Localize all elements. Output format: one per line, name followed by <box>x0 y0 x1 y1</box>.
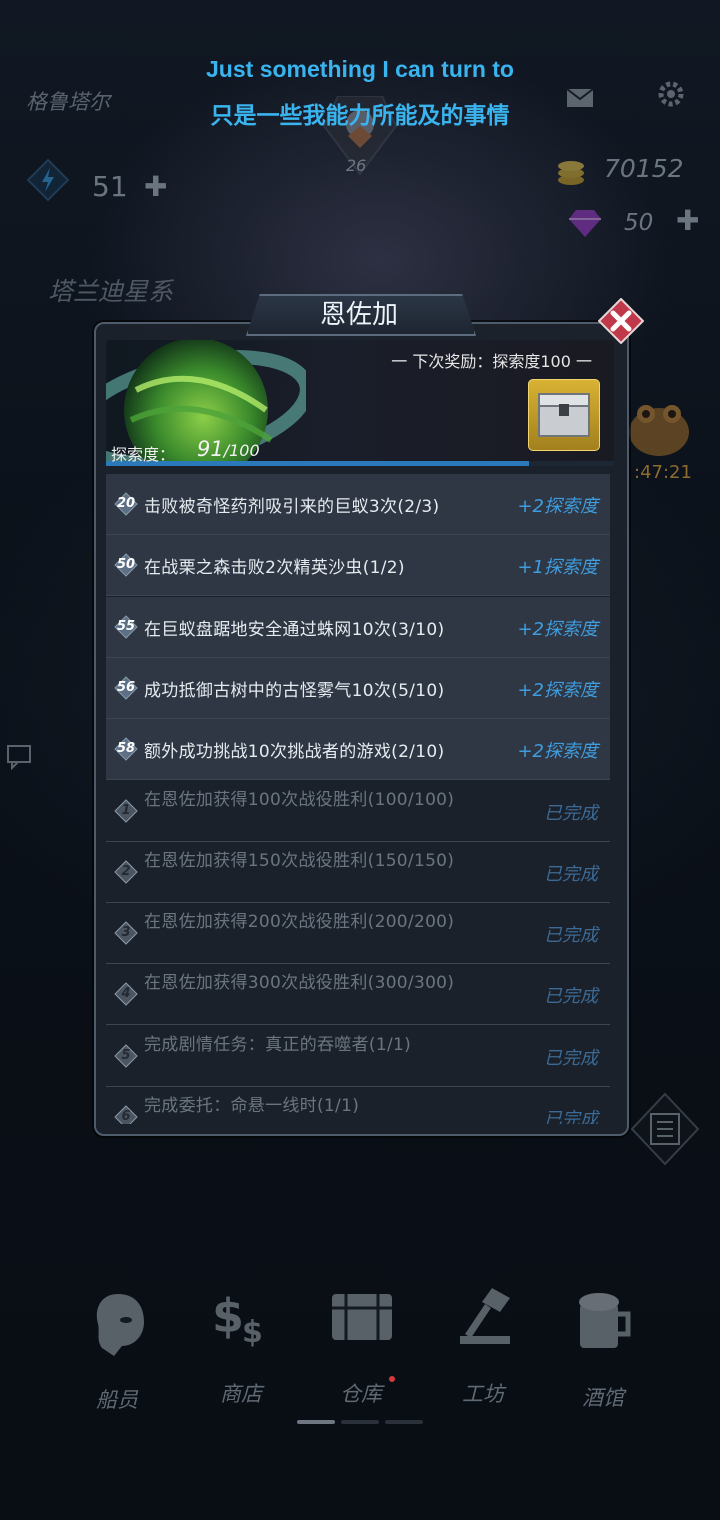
task-reward: +1探索度 <box>517 557 598 579</box>
next-reward-label: 一 下次奖励：探索度100 一 <box>391 352 592 371</box>
exploration-label: 探索度： <box>111 445 176 464</box>
task-description: 成功抵御古树中的古怪雾气10次(5/10) <box>144 680 445 701</box>
exploration-progress-bar <box>106 461 614 466</box>
task-number-badge: 56 <box>114 676 138 700</box>
task-number: 1 <box>121 802 131 818</box>
task-description: 在恩佐加获得150次战役胜利(150/150) <box>144 850 455 871</box>
page-indicator[interactable] <box>385 1420 423 1424</box>
player-level: 26 <box>346 156 367 175</box>
subtitle-chinese: 只是一些我能力所能及的事情 <box>210 102 510 128</box>
task-number-badge: 1 <box>114 798 138 823</box>
quest-list-icon[interactable] <box>630 1092 700 1166</box>
task-reward: +2探索度 <box>517 496 598 517</box>
task-row[interactable]: 4 在恩佐加获得300次战役胜利(300/300) 已完成 <box>106 964 610 1026</box>
nav-label: 商店 <box>220 1382 262 1406</box>
task-number: 5 <box>121 1047 131 1063</box>
crew-icon[interactable] <box>88 1290 150 1360</box>
nav-item-warehouse[interactable]: 仓库 <box>306 1378 416 1408</box>
nav-item-tavern[interactable]: 酒馆 <box>548 1382 658 1412</box>
task-number-badge: 50 <box>114 553 138 578</box>
nav-item-crew[interactable]: 船员 <box>62 1384 172 1414</box>
task-row[interactable]: 58 额外成功挑战10次挑战者的游戏(2/10) +2探索度 <box>106 719 610 781</box>
task-description: 在战栗之森击败2次精英沙虫(1/2) <box>144 558 405 579</box>
task-number: 58 <box>116 741 136 757</box>
warehouse-icon[interactable] <box>330 1288 394 1344</box>
task-status-completed: 已完成 <box>544 863 598 885</box>
nav-label: 船员 <box>96 1388 138 1412</box>
close-icon[interactable] <box>598 298 644 344</box>
page-indicator[interactable] <box>341 1420 379 1424</box>
exploration-value: 91/100 <box>197 437 260 461</box>
task-description: 额外成功挑战10次挑战者的游戏(2/10) <box>144 742 445 763</box>
task-description: 在恩佐加获得100次战役胜利(100/100) <box>144 789 455 810</box>
task-description: 在巨蚁盘踞地安全通过蛛网10次(3/10) <box>144 619 445 640</box>
task-number: 6 <box>121 1109 131 1124</box>
subtitle-english: Just something I can turn to <box>206 56 514 82</box>
task-status-completed: 已完成 <box>544 986 598 1008</box>
task-number: 3 <box>121 925 131 941</box>
task-number-badge: 6 <box>114 1105 138 1124</box>
add-gem-icon[interactable]: ✚ <box>676 204 699 237</box>
task-number: 4 <box>121 986 131 1002</box>
task-number-badge: 20 <box>114 492 138 516</box>
event-timer: :47:21 <box>634 462 692 483</box>
coin-icon <box>558 161 584 185</box>
task-description: 完成剧情任务：真正的吞噬者(1/1) <box>144 1034 412 1055</box>
task-row[interactable]: 56 成功抵御古树中的古怪雾气10次(5/10) +2探索度 <box>106 657 610 719</box>
task-reward: +2探索度 <box>517 618 598 640</box>
task-reward: +2探索度 <box>517 679 598 701</box>
task-row[interactable]: 1 在恩佐加获得100次战役胜利(100/100) 已完成 <box>106 781 610 842</box>
task-row[interactable]: 3 在恩佐加获得200次战役胜利(200/200) 已完成 <box>106 903 610 965</box>
task-number-badge: 58 <box>114 737 138 761</box>
task-status-completed: 已完成 <box>544 925 598 947</box>
svg-text:$: $ <box>242 1315 263 1348</box>
task-row[interactable]: 20 击败被奇怪药剂吸引来的巨蚁3次(2/3) +2探索度 <box>106 474 610 535</box>
task-number: 2 <box>121 863 131 879</box>
task-number-badge: 2 <box>114 860 138 884</box>
gem-value: 50 <box>624 210 654 236</box>
task-description: 击败被奇怪药剂吸引来的巨蚁3次(2/3) <box>144 497 440 517</box>
task-row[interactable]: 5 完成剧情任务：真正的吞噬者(1/1) 已完成 <box>106 1026 610 1087</box>
task-description: 在恩佐加获得300次战役胜利(300/300) <box>144 973 455 994</box>
shop-icon[interactable]: $ $ <box>208 1286 274 1348</box>
coin-value: 70152 <box>604 154 684 183</box>
task-reward: +2探索度 <box>517 741 598 763</box>
tavern-icon[interactable] <box>576 1290 634 1352</box>
workshop-icon[interactable] <box>456 1284 516 1346</box>
task-status-completed: 已完成 <box>544 802 598 824</box>
gem-icon <box>569 210 601 237</box>
chat-icon[interactable] <box>6 744 36 770</box>
task-status-completed: 已完成 <box>544 1047 598 1069</box>
reward-chest-icon[interactable] <box>528 379 600 451</box>
add-energy-icon[interactable]: ✚ <box>144 170 167 203</box>
nav-label: 工坊 <box>462 1382 504 1406</box>
nav-item-shop[interactable]: 商店 <box>186 1378 296 1408</box>
svg-text:$: $ <box>212 1289 244 1343</box>
task-description: 在恩佐加获得200次战役胜利(200/200) <box>144 912 455 933</box>
page-indicator-active <box>297 1420 335 1424</box>
task-number: 20 <box>116 496 136 511</box>
task-row[interactable]: 2 在恩佐加获得150次战役胜利(150/150) 已完成 <box>106 842 610 903</box>
energy-icon <box>26 158 70 202</box>
task-row[interactable]: 55 在巨蚁盘踞地安全通过蛛网10次(3/10) +2探索度 <box>106 596 610 658</box>
nav-label: 酒馆 <box>582 1386 624 1410</box>
star-system-name: 塔兰迪星系 <box>48 277 174 306</box>
task-number-badge: 4 <box>114 982 138 1007</box>
event-frog-icon[interactable] <box>622 392 696 462</box>
energy-value: 51 <box>92 170 128 203</box>
task-number: 55 <box>116 618 136 634</box>
task-status-completed: 已完成 <box>544 1109 598 1124</box>
task-number: 50 <box>116 557 136 573</box>
task-list[interactable]: 20 击败被奇怪药剂吸引来的巨蚁3次(2/3) +2探索度 50 在战栗之森击败2次精英… <box>106 474 614 1124</box>
task-description: 完成委托：命悬一线时(1/1) <box>144 1096 360 1116</box>
task-row[interactable]: 50 在战栗之森击败2次精英沙虫(1/2) +1探索度 <box>106 535 610 597</box>
nav-item-workshop[interactable]: 工坊 <box>428 1378 538 1408</box>
task-number-badge: 3 <box>114 921 138 945</box>
task-number-badge: 55 <box>114 614 138 639</box>
task-number: 56 <box>116 679 136 695</box>
modal-title: 恩佐加 <box>319 300 398 330</box>
task-number-badge: 5 <box>114 1043 138 1068</box>
nav-label: 仓库 <box>340 1382 382 1406</box>
task-row[interactable]: 6 完成委托：命悬一线时(1/1) 已完成 <box>106 1087 610 1124</box>
